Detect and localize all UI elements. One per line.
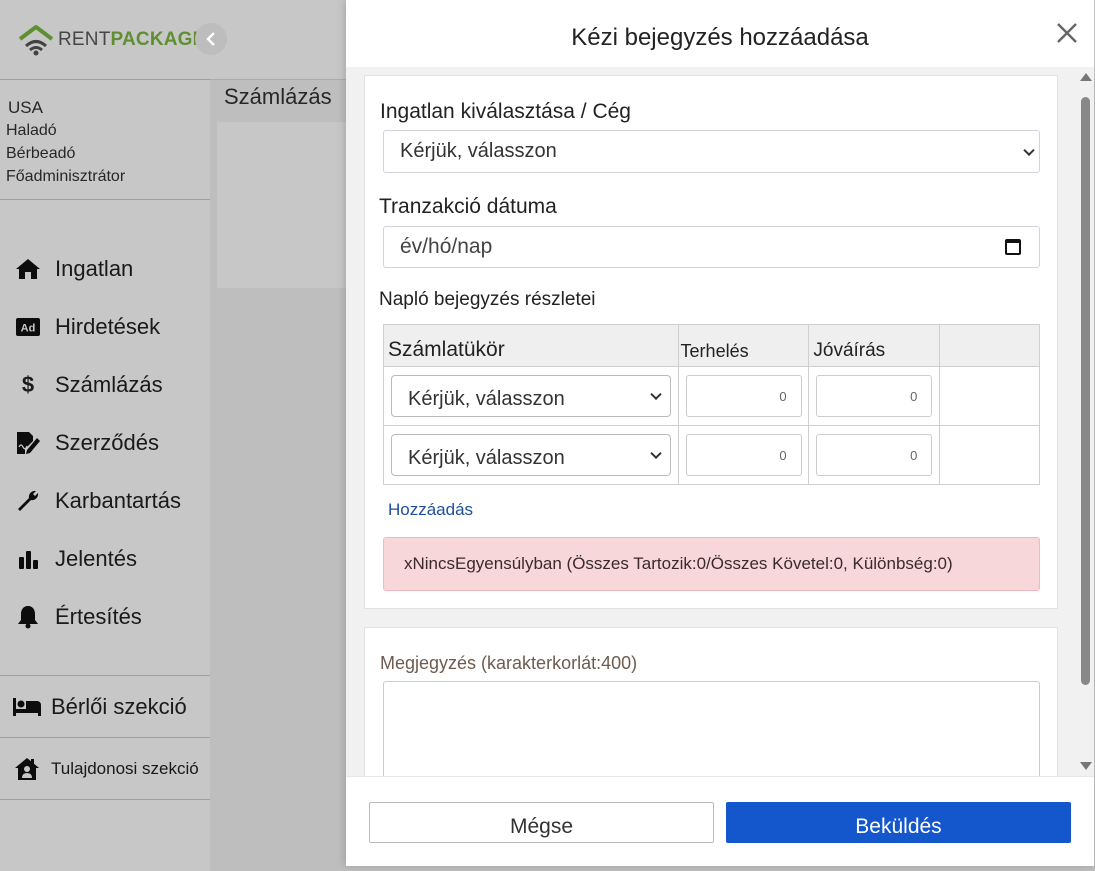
add-row-link[interactable]: Hozzáadás <box>388 500 473 520</box>
chevron-down-icon <box>1023 144 1035 156</box>
entry-form-panel: Ingatlan kiválasztása / Cég Kérjük, vála… <box>364 75 1058 609</box>
scroll-up-arrow-icon[interactable] <box>1080 73 1092 81</box>
property-select[interactable]: Kérjük, válasszon <box>383 130 1040 173</box>
note-textarea[interactable] <box>383 681 1040 776</box>
journal-label: Napló bejegyzés részletei <box>379 289 596 310</box>
table-header-row: Számlatükör Terhelés Jóváírás <box>383 324 1040 367</box>
chevron-down-icon <box>650 388 662 401</box>
credit-input[interactable]: 0 <box>816 434 933 476</box>
calendar-icon[interactable] <box>1005 239 1021 255</box>
actions-cell <box>939 425 1040 485</box>
balance-alert: xNincsEgyensúlyban (Összes Tartozik:0/Ös… <box>383 537 1040 591</box>
date-label: Tranzakció dátuma <box>379 195 557 218</box>
actions-cell <box>939 366 1040 426</box>
debit-cell: 0 <box>677 425 810 485</box>
submit-button[interactable]: Beküldés <box>726 802 1071 843</box>
modal-title: Kézi bejegyzés hozzáadása <box>571 23 869 51</box>
transaction-date-input[interactable]: év/hó/nap <box>383 226 1040 268</box>
table-row: Kérjük, válasszon 0 0 <box>383 366 1040 426</box>
debit-input[interactable]: 0 <box>685 375 802 417</box>
modal-scrollbar[interactable] <box>1077 67 1094 776</box>
header-account: Számlatükör <box>383 324 679 367</box>
header-debit: Terhelés <box>677 324 810 367</box>
chevron-left-icon <box>206 32 215 46</box>
account-select[interactable]: Kérjük, válasszon <box>391 375 671 417</box>
modal-body: Ingatlan kiválasztása / Cég Kérjük, vála… <box>346 67 1094 776</box>
debit-cell: 0 <box>677 366 810 426</box>
header-credit: Jóváírás <box>808 324 941 367</box>
account-cell: Kérjük, válasszon <box>383 425 679 485</box>
sidebar-collapse-button[interactable] <box>195 23 227 55</box>
table-row: Kérjük, válasszon 0 0 <box>383 425 1040 485</box>
account-select-value: Kérjük, válasszon <box>408 446 565 469</box>
cancel-button[interactable]: Mégse <box>369 802 714 843</box>
scrollbar-thumb[interactable] <box>1081 97 1090 685</box>
modal-footer: Mégse Beküldés <box>346 776 1094 866</box>
header-actions <box>939 324 1040 367</box>
chevron-down-icon <box>650 447 662 460</box>
note-panel: Megjegyzés (karakterkorlát:400) <box>364 627 1058 776</box>
credit-cell: 0 <box>808 366 941 426</box>
journal-table: Számlatükör Terhelés Jóváírás Kérjük, vá… <box>383 324 1040 485</box>
manual-entry-modal: Kézi bejegyzés hozzáadása Ingatlan kivál… <box>346 0 1094 866</box>
account-select-value: Kérjük, válasszon <box>408 387 565 410</box>
debit-input[interactable]: 0 <box>685 434 802 476</box>
account-select[interactable]: Kérjük, válasszon <box>391 434 671 476</box>
close-button[interactable] <box>1056 22 1078 44</box>
date-placeholder: év/hó/nap <box>400 235 493 258</box>
scroll-down-arrow-icon[interactable] <box>1080 762 1092 770</box>
note-label: Megjegyzés (karakterkorlát:400) <box>380 653 638 673</box>
close-icon <box>1057 23 1077 43</box>
property-label: Ingatlan kiválasztása / Cég <box>380 100 631 123</box>
modal-header: Kézi bejegyzés hozzáadása <box>346 0 1094 67</box>
credit-cell: 0 <box>808 425 941 485</box>
credit-input[interactable]: 0 <box>816 375 933 417</box>
account-cell: Kérjük, válasszon <box>383 366 679 426</box>
property-select-value: Kérjük, válasszon <box>400 140 557 162</box>
